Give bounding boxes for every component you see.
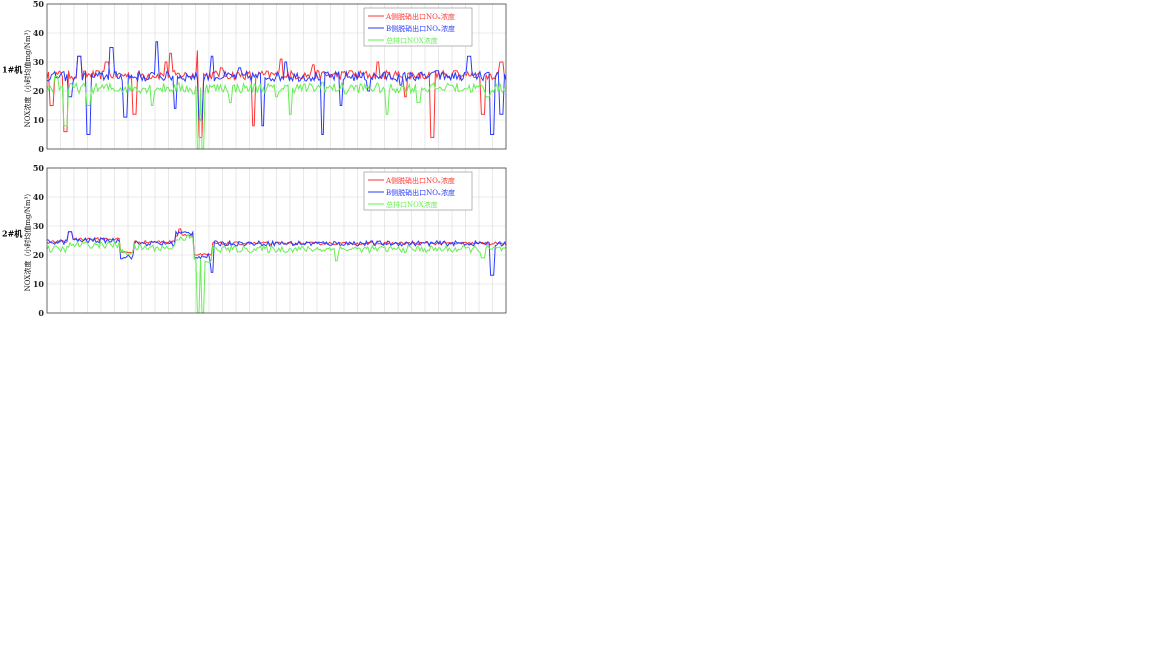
legend-label: A侧脱硝出口NOₓ浓度 xyxy=(385,12,455,21)
legend-2: A侧脱硝出口NOₓ浓度 B侧脱硝出口NOₓ浓度总排口NOX浓度 xyxy=(363,171,473,211)
legend-label: B侧脱硝出口NOₓ浓度 xyxy=(386,24,455,33)
y-tick-label: 50 xyxy=(33,0,45,9)
y-tick-label: 10 xyxy=(33,115,45,125)
y-axis-label-1: NOX浓度（小时均值mg/Nm³） xyxy=(23,26,32,128)
y-tick-label: 30 xyxy=(33,221,45,231)
legend-label: B侧脱硝出口NOₓ浓度 xyxy=(386,188,455,197)
unit-label-2: 2#机 xyxy=(2,229,22,239)
y-tick-label: 20 xyxy=(33,250,45,260)
legend-label: A侧脱硝出口NOₓ浓度 xyxy=(385,176,455,185)
y-tick-label: 0 xyxy=(38,144,44,154)
y-tick-label: 10 xyxy=(33,279,45,289)
y-tick-label: 40 xyxy=(33,192,45,202)
legend-label: 总排口NOX浓度 xyxy=(386,200,438,209)
chart-svg: 0 10 20 30 40 50 A侧脱硝出口NOₓ浓度 B侧脱硝出口NOₓ浓度总排口NOX浓… xyxy=(2,0,507,318)
unit-label-1: 1#机 xyxy=(2,65,22,75)
y-tick-label: 20 xyxy=(33,86,45,96)
legend-1: A侧脱硝出口NOₓ浓度 B侧脱硝出口NOₓ浓度总排口NOX浓度 xyxy=(363,7,473,47)
y-tick-label: 0 xyxy=(38,308,44,318)
figure: 0 10 20 30 40 50 A侧脱硝出口NOₓ浓度 B侧脱硝出口NOₓ浓度 总排口NOX浓… xyxy=(0,0,520,325)
y-tick-label: 30 xyxy=(33,57,45,67)
y-tick-label: 40 xyxy=(33,28,45,38)
legend-label: 总排口NOX浓度 xyxy=(386,36,438,45)
y-tick-label: 50 xyxy=(33,163,45,173)
y-axis-label-2: NOX浓度（小时均值mg/Nm³） xyxy=(23,190,32,292)
